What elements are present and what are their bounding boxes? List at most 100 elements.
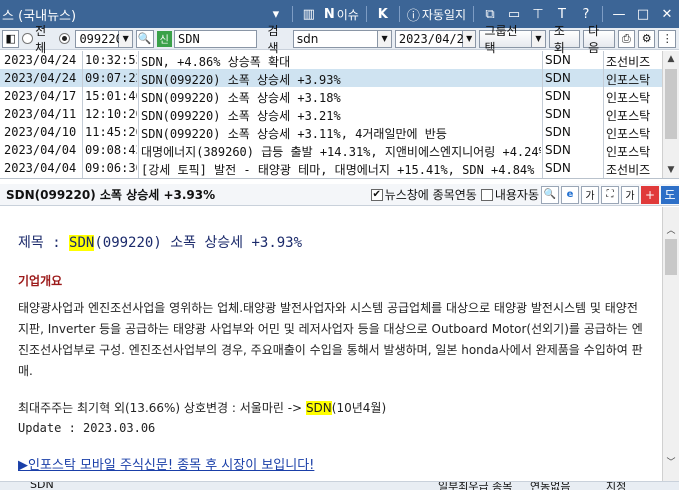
section-title: 기업개요 xyxy=(18,274,63,288)
news-time: 10:32:53 xyxy=(85,53,137,67)
print-icon[interactable]: ⎙ xyxy=(617,29,635,48)
scroll-thumb[interactable] xyxy=(665,69,677,139)
news-title: SDN(099220) 소폭 상승세 +3.21% xyxy=(141,109,341,123)
brand-logo-icon[interactable]: K xyxy=(374,4,392,24)
news-time: 11:45:26 xyxy=(85,125,137,139)
news-time: 09:06:30 xyxy=(85,161,137,175)
stock-name-field: SDN xyxy=(174,29,258,48)
list-scrollbar[interactable]: ▲ ▼ xyxy=(662,51,679,178)
news-time: 12:10:20 xyxy=(85,107,137,121)
news-title: SDN(099220) 소폭 상승세 +3.18% xyxy=(141,91,341,105)
news-date: 2023/04/04 xyxy=(4,161,77,175)
news-row[interactable]: 2023/04/24 10:32:53 SDN, +4.86% 상승폭 확대 SDN 조… xyxy=(0,51,679,69)
news-date: 2023/04/24 xyxy=(4,71,77,85)
news-issue-button[interactable]: N 이슈 xyxy=(324,4,359,24)
detail-header: SDN(099220) 소폭 상승세 +3.93% ✔ 뉴스창에 종목연동 내용… xyxy=(0,184,679,206)
news-list: 2023/04/24 10:32:53 SDN, +4.86% 상승폭 확대 SDN 조… xyxy=(0,51,679,179)
news-date: 2023/04/24 xyxy=(4,53,77,67)
close-icon[interactable]: ✕ xyxy=(658,4,676,24)
scroll-up-icon[interactable]: ▲ xyxy=(663,51,679,67)
promo-link[interactable]: ▶인포스탁 모바일 주식신문! 종목 후 시장이 보입니다! xyxy=(18,454,648,473)
detail-header-title: SDN(099220) 소폭 상승세 +3.93% xyxy=(6,188,216,202)
minus-button[interactable]: 도 xyxy=(661,185,679,204)
article-body: 제목 : SDN(099220) 소폭 상승세 +3.93% 기업개요 태양광사… xyxy=(0,207,662,481)
next-button[interactable]: 다음 xyxy=(583,24,615,55)
news-source: 인포스탁 xyxy=(606,109,651,123)
news-time: 15:01:46 xyxy=(85,89,137,103)
article-scroll-up-icon[interactable]: ︿ xyxy=(663,221,679,237)
auto-login-button[interactable]: ⓘ 자동일지 xyxy=(407,4,466,24)
fit-icon[interactable]: ⛶ xyxy=(601,185,619,204)
status-link-select[interactable]: 연동없음 xyxy=(530,482,570,490)
news-source: 인포스탁 xyxy=(606,91,651,105)
news-title: SDN(099220) 소폭 상승세 +3.93% xyxy=(141,73,341,87)
news-date: 2023/04/11 xyxy=(4,107,77,121)
keyword-input[interactable]: sdn xyxy=(292,29,379,48)
status-bar: SDN 일부최우급 종목 연동없음 지정 xyxy=(0,481,679,490)
news-title: [강세 토픽] 발전 - 태양광 테마, 대명에너지 +15.41%, SDN … xyxy=(141,163,535,177)
font-up-icon[interactable]: 가 xyxy=(621,185,639,204)
search-toolbar: ◧ 전체 099220 ▼ 🔍 신 SDN 검색 sdn ▼ 2023/04/2… xyxy=(0,24,679,55)
group-select-button[interactable]: 그룹선택 xyxy=(479,24,533,55)
news-source: 인포스탁 xyxy=(606,73,651,87)
news-stock: SDN xyxy=(545,125,571,139)
list-view-icon[interactable]: ▥ xyxy=(300,4,318,24)
article-scroll-thumb[interactable] xyxy=(665,239,677,275)
news-stock: SDN xyxy=(545,71,571,85)
news-row[interactable]: 2023/04/11 12:10:20 SDN(099220) 소폭 상승세 +3.… xyxy=(0,105,679,123)
news-link-label: 뉴스창에 종목연동 xyxy=(384,188,477,202)
article-scrollbar[interactable]: ︿ ﹀ xyxy=(662,207,679,481)
prev-screen-icon[interactable]: ◧ xyxy=(2,29,20,48)
news-row[interactable]: 2023/04/10 11:45:26 SDN(099220) 소폭 상승세 +3.… xyxy=(0,123,679,141)
pin-window-icon[interactable]: ⊤ xyxy=(529,4,547,24)
news-row[interactable]: 2023/04/24 09:07:22 SDN(099220) 소폭 상승세 +3.… xyxy=(0,69,679,87)
calendar-dropdown-icon[interactable]: ▼ xyxy=(462,29,477,48)
keyword-dropdown-icon[interactable]: ▼ xyxy=(378,29,392,48)
date-input[interactable]: 2023/04/24 xyxy=(394,29,471,48)
update-line: Update : 2023.03.06 xyxy=(18,421,156,435)
minimize-icon[interactable]: — xyxy=(610,4,628,24)
news-link-checkbox[interactable]: ✔ xyxy=(370,188,383,201)
news-stock: SDN xyxy=(545,161,571,175)
news-row[interactable]: 2023/04/17 15:01:46 SDN(099220) 소폭 상승세 +3.… xyxy=(0,87,679,105)
news-source: 조선비즈 xyxy=(606,55,651,69)
news-stock: SDN xyxy=(545,53,571,67)
plus-button[interactable]: + xyxy=(641,185,659,204)
news-title: SDN(099220) 소폭 상승세 +3.11%, 4거래일만에 반등 xyxy=(141,127,447,141)
article-scroll-down-icon[interactable]: ﹀ xyxy=(663,453,679,469)
stock-code-input[interactable]: 099220 xyxy=(75,29,123,48)
settings-gear-icon[interactable]: ⚙ xyxy=(638,29,656,48)
font-down-icon[interactable]: 가 xyxy=(581,185,599,204)
news-time: 09:07:22 xyxy=(85,71,137,85)
zoom-icon[interactable]: 🔍 xyxy=(541,185,559,204)
news-row[interactable]: 2023/04/04 09:06:30 [강세 토픽] 발전 - 태양광 테마, 대… xyxy=(0,159,679,177)
news-stock: SDN xyxy=(545,107,571,121)
news-date: 2023/04/04 xyxy=(4,143,77,157)
news-row[interactable]: 2023/04/04 09:08:43 대명에너지(389260) 급등 출발 +1… xyxy=(0,141,679,159)
auto-content-checkbox[interactable] xyxy=(480,188,493,201)
status-left-text: SDN xyxy=(30,481,54,490)
auto-content-label: 내용자동 xyxy=(494,188,539,202)
new-stock-badge: 신 xyxy=(156,30,172,47)
browser-icon[interactable]: e xyxy=(561,185,579,204)
stock-code-dropdown-icon[interactable]: ▼ xyxy=(119,29,134,48)
news-date: 2023/04/17 xyxy=(4,89,77,103)
news-stock: SDN xyxy=(545,143,571,157)
query-button[interactable]: 조회 xyxy=(548,24,581,55)
title-bar: 스 (국내뉴스) ▾ ▥ N 이슈 K ⓘ 자동일지 ⧉ ▭ ⊤ T ? — □ ✕ xyxy=(0,0,679,28)
group-dropdown-icon[interactable]: ▼ xyxy=(532,29,546,48)
news-time: 09:08:43 xyxy=(85,143,137,157)
status-right-text: 일부최우급 종목 xyxy=(438,481,513,490)
news-title: SDN, +4.86% 상승폭 확대 xyxy=(141,55,291,69)
news-source: 인포스탁 xyxy=(606,145,651,159)
menu-icon[interactable]: ⋮ xyxy=(658,29,676,48)
shareholder-info: 최대주주는 최기혁 외(13.66%) 상호변경 : 서울마린 -> SDN(1… xyxy=(18,398,648,438)
news-title: 대명에너지(389260) 급등 출발 +14.31%, 지앤비에스엔지니어링 … xyxy=(141,145,541,159)
news-date: 2023/04/10 xyxy=(4,125,77,139)
maximize-icon[interactable]: □ xyxy=(634,4,652,24)
status-assign-button[interactable]: 지정 xyxy=(606,482,626,490)
news-source: 조선비즈 xyxy=(606,163,651,177)
search-icon[interactable]: 🔍 xyxy=(136,29,154,48)
scroll-down-icon[interactable]: ▼ xyxy=(663,162,679,178)
radio-stock[interactable] xyxy=(59,33,72,44)
